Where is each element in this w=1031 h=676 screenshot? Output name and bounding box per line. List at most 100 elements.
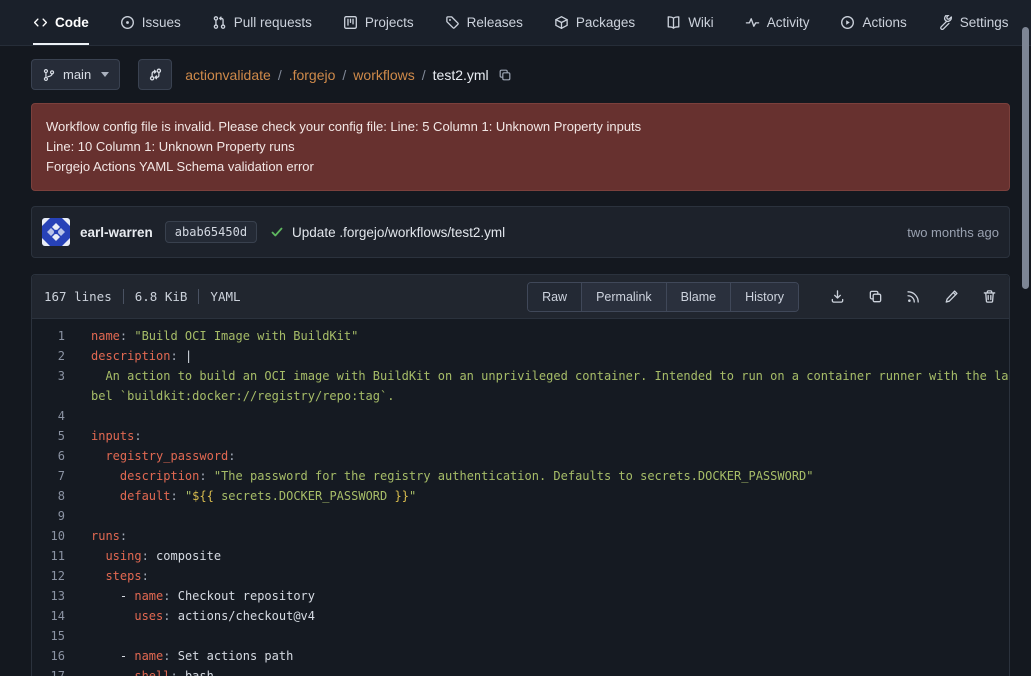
file-language: YAML (210, 289, 240, 304)
edit-icon[interactable] (944, 289, 959, 304)
file-toolbar: main actionvalidate / .forgejo / workflo… (31, 59, 1010, 90)
code-icon (33, 15, 48, 30)
tab-code[interactable]: Code (33, 0, 89, 45)
line-number[interactable]: 16 (32, 646, 65, 666)
compare-button[interactable] (138, 59, 172, 90)
line-number[interactable]: 15 (32, 626, 65, 646)
tab-projects[interactable]: Projects (343, 0, 414, 45)
line-number[interactable]: 3 (32, 366, 65, 406)
copy-path-icon[interactable] (498, 68, 512, 82)
avatar[interactable] (42, 218, 70, 246)
code-line: 11 using: composite (32, 546, 1009, 566)
error-line: Workflow config file is invalid. Please … (46, 117, 995, 137)
line-content: steps: (65, 566, 1009, 586)
line-content: inputs: (65, 426, 1009, 446)
tab-packages[interactable]: Packages (554, 0, 635, 45)
code-line: 16 - name: Set actions path (32, 646, 1009, 666)
breadcrumb-filename: test2.yml (433, 67, 489, 83)
tab-label: Actions (862, 15, 906, 30)
copy-icon[interactable] (868, 289, 883, 304)
commit-message[interactable]: Update .forgejo/workflows/test2.yml (292, 225, 505, 240)
code-line: 2description: | (32, 346, 1009, 366)
line-content: shell: bash (65, 666, 1009, 676)
error-line: Forgejo Actions YAML Schema validation e… (46, 157, 995, 177)
tab-label: Releases (467, 15, 523, 30)
line-content: runs: (65, 526, 1009, 546)
file-header: 167 lines 6.8 KiB YAML Raw Permalink Bla… (32, 275, 1009, 319)
line-content (65, 506, 1009, 526)
line-content: uses: actions/checkout@v4 (65, 606, 1009, 626)
code-lines: 1name: "Build OCI Image with BuildKit"2d… (32, 326, 1009, 676)
code-line: 14 uses: actions/checkout@v4 (32, 606, 1009, 626)
breadcrumb-separator: / (278, 67, 282, 83)
line-number[interactable]: 13 (32, 586, 65, 606)
breadcrumb-separator: / (342, 67, 346, 83)
tab-label: Issues (142, 15, 181, 30)
code-view: 1name: "Build OCI Image with BuildKit"2d… (32, 319, 1009, 676)
line-number[interactable]: 11 (32, 546, 65, 566)
tab-settings[interactable]: Settings (938, 0, 1009, 45)
line-number[interactable]: 2 (32, 346, 65, 366)
git-branch-icon (42, 68, 56, 82)
line-number[interactable]: 4 (32, 406, 65, 426)
tab-actions[interactable]: Actions (840, 0, 906, 45)
file-view-buttons: Raw Permalink Blame History (527, 282, 799, 312)
breadcrumb-repo[interactable]: actionvalidate (185, 67, 271, 83)
tab-releases[interactable]: Releases (445, 0, 523, 45)
line-number[interactable]: 1 (32, 326, 65, 346)
file-size: 6.8 KiB (135, 289, 188, 304)
commit-status-check-icon[interactable] (270, 225, 284, 239)
line-number[interactable]: 7 (32, 466, 65, 486)
branch-name: main (63, 67, 91, 82)
page-content: main actionvalidate / .forgejo / workflo… (0, 59, 1031, 676)
project-icon (343, 15, 358, 30)
code-line: 12 steps: (32, 566, 1009, 586)
line-content: using: composite (65, 546, 1009, 566)
blame-button[interactable]: Blame (666, 283, 730, 311)
line-content: registry_password: (65, 446, 1009, 466)
download-icon[interactable] (830, 289, 845, 304)
commit-author[interactable]: earl-warren (80, 225, 153, 240)
commit-hash-badge[interactable]: abab65450d (165, 221, 257, 243)
tab-label: Wiki (688, 15, 714, 30)
error-line: Line: 10 Column 1: Unknown Property runs (46, 137, 995, 157)
tab-activity[interactable]: Activity (745, 0, 810, 45)
tools-icon (938, 15, 953, 30)
git-pull-request-icon (212, 15, 227, 30)
line-content: description: "The password for the regis… (65, 466, 1009, 486)
tab-label: Activity (767, 15, 810, 30)
issue-opened-icon (120, 15, 135, 30)
line-number[interactable]: 5 (32, 426, 65, 446)
line-content: default: "${{ secrets.DOCKER_PASSWORD }}… (65, 486, 1009, 506)
line-number[interactable]: 14 (32, 606, 65, 626)
code-line: 17 shell: bash (32, 666, 1009, 676)
tab-label: Code (55, 15, 89, 30)
line-number[interactable]: 9 (32, 506, 65, 526)
tab-issues[interactable]: Issues (120, 0, 181, 45)
book-icon (666, 15, 681, 30)
code-line: 7 description: "The password for the reg… (32, 466, 1009, 486)
code-line: 13 - name: Checkout repository (32, 586, 1009, 606)
rss-icon[interactable] (906, 289, 921, 304)
raw-button[interactable]: Raw (528, 283, 581, 311)
line-number[interactable]: 12 (32, 566, 65, 586)
permalink-button[interactable]: Permalink (581, 283, 666, 311)
breadcrumb-dir[interactable]: .forgejo (289, 67, 336, 83)
file-action-icons (807, 289, 997, 304)
line-number[interactable]: 8 (32, 486, 65, 506)
tab-pull-requests[interactable]: Pull requests (212, 0, 312, 45)
line-number[interactable]: 6 (32, 446, 65, 466)
delete-icon[interactable] (982, 289, 997, 304)
code-line: 9 (32, 506, 1009, 526)
code-line: 4 (32, 406, 1009, 426)
file-line-count: 167 lines (44, 289, 112, 304)
branch-selector[interactable]: main (31, 59, 120, 90)
scrollbar-thumb[interactable] (1022, 27, 1029, 289)
line-number[interactable]: 17 (32, 666, 65, 676)
history-button[interactable]: History (730, 283, 798, 311)
tab-wiki[interactable]: Wiki (666, 0, 714, 45)
pulse-icon (745, 15, 760, 30)
git-compare-icon (148, 67, 163, 82)
breadcrumb-dir[interactable]: workflows (353, 67, 414, 83)
line-number[interactable]: 10 (32, 526, 65, 546)
